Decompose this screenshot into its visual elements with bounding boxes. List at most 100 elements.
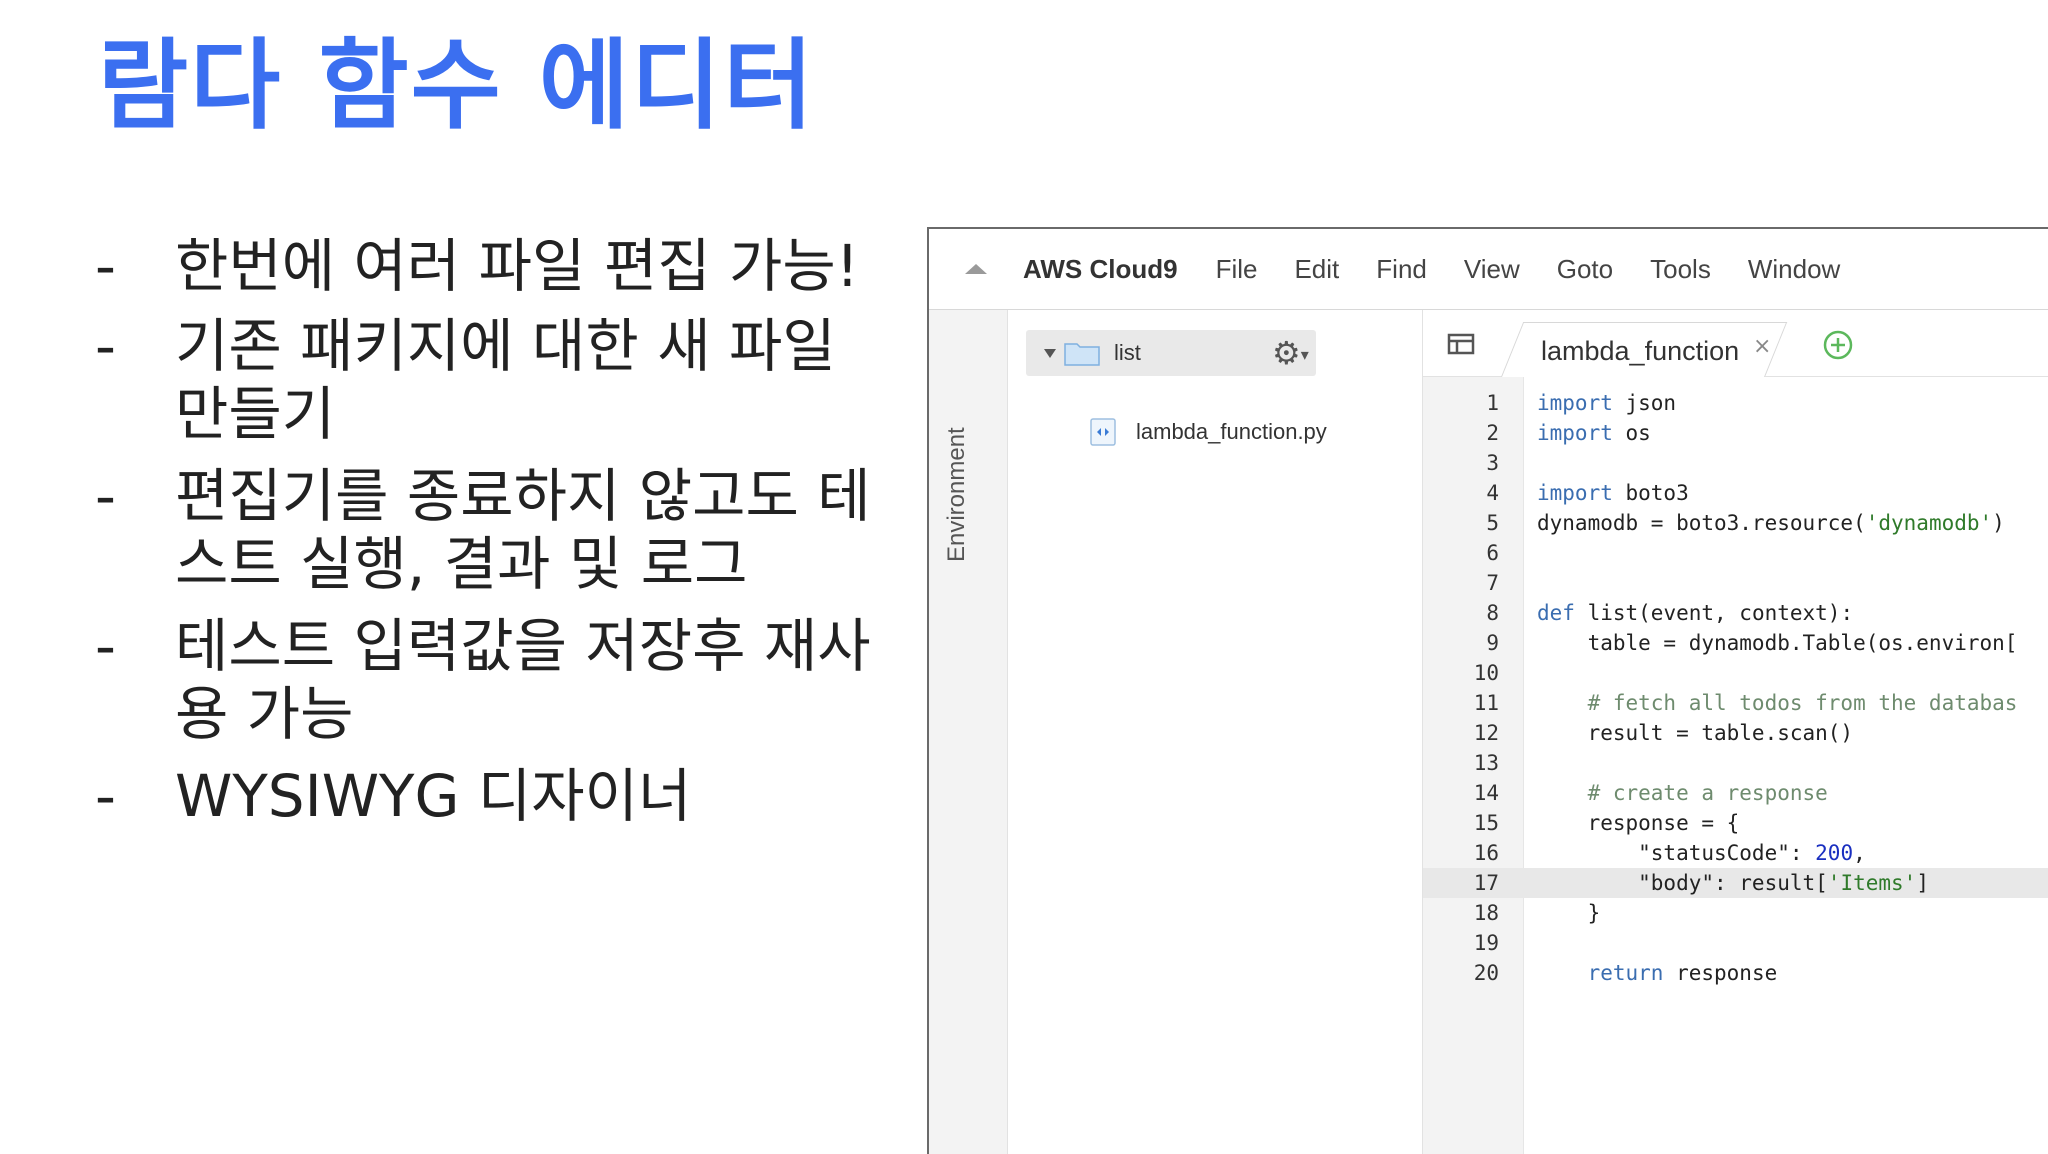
slide-title: 람다 함수 에디터 [98, 29, 816, 143]
code-line[interactable]: 5 dynamodb = boto3.resource('dynamodb') [1423, 508, 2048, 538]
line-number: 18 [1473, 901, 1499, 925]
line-number: 2 [1486, 421, 1499, 445]
code-line[interactable]: 9 table = dynamodb.Table(os.environ[ [1423, 628, 2048, 658]
code-text: result = table.scan() [1537, 718, 1854, 748]
code-line[interactable]: 19 [1423, 928, 2048, 958]
code-line[interactable]: 8 def list(event, context): [1423, 598, 2048, 628]
code-text: return response [1537, 958, 1778, 988]
code-token: return [1587, 961, 1664, 985]
bullet-item: - 기존 패키지에 대한 새 파일 만들기 [95, 312, 895, 448]
menu-item-edit[interactable]: Edit [1294, 254, 1339, 285]
code-line[interactable]: 12 result = table.scan() [1423, 718, 2048, 748]
code-line[interactable]: 17 "body": result['Items'] [1423, 868, 2048, 898]
menu-item-goto[interactable]: Goto [1557, 254, 1613, 285]
line-number: 11 [1473, 691, 1499, 715]
menu-item-file[interactable]: File [1216, 254, 1258, 285]
code-line[interactable]: 20 return response [1423, 958, 2048, 988]
tree-file-item[interactable]: lambda_function.py [1088, 418, 1327, 446]
line-number: 6 [1486, 541, 1499, 565]
line-number: 4 [1486, 481, 1499, 505]
collapse-menubar-icon[interactable] [965, 264, 987, 274]
code-token: , [1853, 841, 1866, 865]
code-token: 'Items' [1827, 871, 1917, 895]
code-token: "statusCode": [1537, 841, 1816, 865]
code-line[interactable]: 4 import boto3 [1423, 478, 2048, 508]
code-text: dynamodb = boto3.resource('dynamodb') [1537, 508, 2005, 538]
code-line[interactable]: 15 response = { [1423, 808, 2048, 838]
bullet-item: - 편집기를 종료하지 않고도 테스트 실행, 결과 및 로그 [95, 462, 895, 598]
code-text: # fetch all todos from the databas [1537, 688, 2018, 718]
line-number: 10 [1473, 661, 1499, 685]
bullet-text: WYSIWYG 디자이너 [175, 762, 692, 830]
code-token: boto3 [1612, 481, 1689, 505]
bullet-item: - 한번에 여러 파일 편집 가능! [95, 232, 895, 300]
code-text: # create a response [1537, 778, 1828, 808]
code-line[interactable]: 3 [1423, 448, 2048, 478]
code-token: 'dynamodb' [1865, 511, 1993, 535]
code-text-area[interactable]: 1 import json 2 import os 3 4 import boto3 5 dyn… [1423, 377, 2048, 1154]
line-number: 16 [1473, 841, 1499, 865]
add-tab-icon[interactable] [1821, 328, 1855, 362]
menu-item-view[interactable]: View [1464, 254, 1520, 285]
tree-file-label: lambda_function.py [1136, 419, 1327, 444]
editor-tabbar: lambda_function × [1423, 310, 2048, 377]
code-line[interactable]: 10 [1423, 658, 2048, 688]
code-token: 200 [1815, 841, 1854, 865]
line-number: 3 [1486, 451, 1499, 475]
bullet-dash: - [95, 762, 116, 830]
menu-item-aws-cloud9[interactable]: AWS Cloud9 [1023, 254, 1178, 285]
line-number: 7 [1486, 571, 1499, 595]
code-token: ] [1916, 871, 1929, 895]
code-line[interactable]: 13 [1423, 748, 2048, 778]
code-token: # fetch all todos from the databas [1537, 691, 2018, 715]
code-text: "body": result['Items'] [1537, 868, 1929, 898]
close-icon[interactable]: × [1753, 334, 1771, 359]
code-token: json [1612, 391, 1677, 415]
code-line[interactable]: 14 # create a response [1423, 778, 2048, 808]
caret-down-icon[interactable] [1044, 348, 1056, 358]
code-token: } [1537, 901, 1601, 925]
menu-item-tools[interactable]: Tools [1650, 254, 1711, 285]
tree-folder-label: list [1114, 340, 1141, 365]
bullet-text: 편집기를 종료하지 않고도 테스트 실행, 결과 및 로그 [175, 462, 871, 598]
code-text: response = { [1537, 808, 1740, 838]
line-number: 5 [1486, 511, 1499, 535]
code-line[interactable]: 7 [1423, 568, 2048, 598]
python-file-icon [1090, 418, 1116, 446]
code-token: list(event, context): [1574, 601, 1854, 625]
ide-menubar: AWS Cloud9 File Edit Find View Goto Tool… [929, 229, 2048, 310]
line-number: 20 [1473, 961, 1499, 985]
gear-icon[interactable]: ⚙▾ [1272, 336, 1332, 370]
code-line[interactable]: 6 [1423, 538, 2048, 568]
tab-label[interactable]: lambda_function [1541, 336, 1739, 367]
code-text: } [1537, 898, 1601, 928]
menu-item-find[interactable]: Find [1376, 254, 1427, 285]
folder-icon [1064, 343, 1100, 366]
line-number: 1 [1486, 391, 1499, 415]
code-line[interactable]: 1 import json [1423, 388, 2048, 418]
code-text: import boto3 [1537, 478, 1689, 508]
code-line[interactable]: 2 import os [1423, 418, 2048, 448]
code-line[interactable]: 18 } [1423, 898, 2048, 928]
code-token: "body": result[ [1537, 871, 1828, 895]
cloud9-ide-window: AWS Cloud9 File Edit Find View Goto Tool… [927, 227, 2048, 1154]
tab-menu-icon[interactable] [1445, 330, 1479, 358]
environment-side-panel[interactable]: Environment [929, 310, 1008, 1154]
code-line[interactable]: 11 # fetch all todos from the databas [1423, 688, 2048, 718]
code-token: # create a response [1537, 781, 1828, 805]
code-text: import os [1537, 418, 1651, 448]
code-token: response = { [1537, 811, 1740, 835]
line-number: 17 [1473, 871, 1499, 895]
environment-tab-label[interactable]: Environment [943, 427, 971, 562]
code-token: def [1537, 601, 1575, 625]
code-line[interactable]: 16 "statusCode": 200, [1423, 838, 2048, 868]
bullet-text: 테스트 입력값을 저장후 재사용 가능 [175, 612, 871, 748]
code-token: import [1537, 391, 1613, 415]
file-tree-panel: list ⚙▾ lambda_function.py [1008, 310, 1424, 1154]
code-lines: 1 import json 2 import os 3 4 import boto3 5 dyn… [1423, 388, 2048, 988]
line-number: 9 [1486, 631, 1499, 655]
bullet-dash: - [95, 612, 116, 680]
code-token: os [1612, 421, 1651, 445]
menu-item-window[interactable]: Window [1748, 254, 1840, 285]
